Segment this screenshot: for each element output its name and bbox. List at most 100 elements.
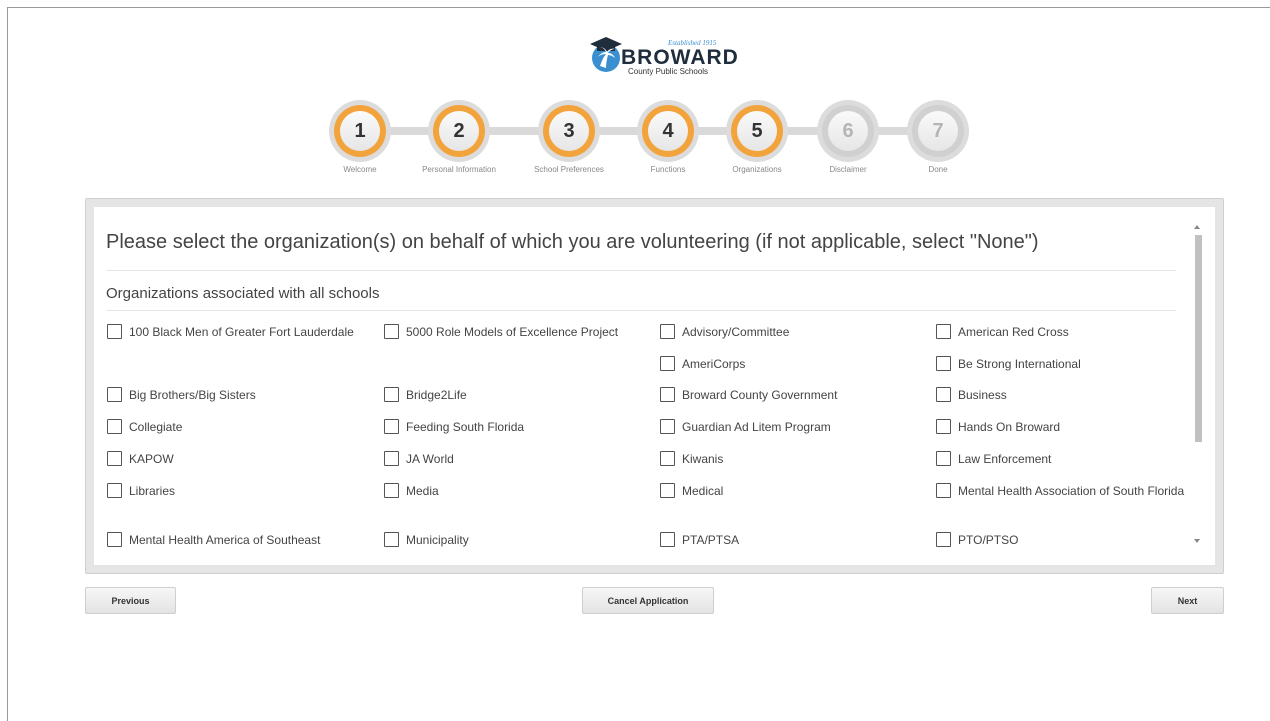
org-label: Media [406, 484, 439, 498]
checkbox[interactable] [936, 356, 951, 371]
org-label: Kiwanis [682, 452, 724, 466]
step-welcome: 1 [329, 100, 391, 162]
step-organizations: 5 [726, 100, 788, 162]
org-option[interactable]: Law Enforcement [936, 450, 1188, 468]
cancel-application-button[interactable]: Cancel Application [582, 587, 714, 614]
checkbox[interactable] [660, 451, 675, 466]
org-label: AmeriCorps [682, 357, 746, 371]
checkbox[interactable] [384, 532, 399, 547]
org-option[interactable]: Advisory/Committee [660, 323, 912, 341]
step-number: 6 [828, 111, 868, 151]
checkbox[interactable] [936, 419, 951, 434]
org-label: Collegiate [129, 420, 183, 434]
checkbox[interactable] [107, 451, 122, 466]
vertical-scrollbar[interactable] [1192, 225, 1204, 547]
divider [106, 270, 1176, 271]
step-school-preferences: 3 [538, 100, 600, 162]
checkbox[interactable] [107, 532, 122, 547]
step-number: 5 [737, 111, 777, 151]
org-label: PTO/PTSO [958, 533, 1019, 547]
org-option[interactable]: PTA/PTSA [660, 531, 912, 549]
scroll-down-arrow-icon[interactable] [1194, 539, 1200, 543]
organizations-scroll-area[interactable]: Please select the organization(s) on beh… [94, 207, 1215, 565]
checkbox[interactable] [107, 419, 122, 434]
next-button[interactable]: Next [1151, 587, 1224, 614]
progress-stepper: 1 Welcome 2 Personal Information 3 Schoo… [0, 100, 1270, 180]
checkbox[interactable] [660, 532, 675, 547]
org-label: 100 Black Men of Greater Fort Lauderdale [129, 325, 354, 339]
org-label: JA World [406, 452, 454, 466]
step-number: 7 [918, 111, 958, 151]
org-label: Hands On Broward [958, 420, 1061, 434]
org-label: Municipality [406, 533, 469, 547]
checkbox[interactable] [384, 419, 399, 434]
org-option[interactable]: Municipality [384, 531, 636, 549]
org-option[interactable]: Business [936, 386, 1188, 404]
org-option[interactable]: Media [384, 482, 636, 500]
divider [106, 310, 1176, 311]
org-option[interactable]: Medical [660, 482, 912, 500]
checkbox[interactable] [660, 419, 675, 434]
org-label: American Red Cross [958, 325, 1069, 339]
org-option[interactable]: American Red Cross [936, 323, 1188, 341]
checkbox[interactable] [660, 324, 675, 339]
org-option[interactable]: KAPOW [107, 450, 359, 468]
org-option[interactable]: Broward County Government [660, 386, 912, 404]
org-option[interactable]: JA World [384, 450, 636, 468]
org-label: 5000 Role Models of Excellence Project [406, 325, 619, 339]
checkbox[interactable] [660, 387, 675, 402]
org-label: Broward County Government [682, 388, 838, 402]
checkbox[interactable] [384, 387, 399, 402]
step-disclaimer: 6 [817, 100, 879, 162]
org-option[interactable]: Kiwanis [660, 450, 912, 468]
org-option[interactable]: PTO/PTSO [936, 531, 1188, 549]
checkbox[interactable] [936, 387, 951, 402]
checkbox[interactable] [936, 483, 951, 498]
checkbox[interactable] [107, 483, 122, 498]
previous-button[interactable]: Previous [85, 587, 176, 614]
section-title: Organizations associated with all school… [106, 285, 380, 302]
org-option[interactable]: 5000 Role Models of Excellence Project [384, 323, 636, 341]
checkbox[interactable] [660, 483, 675, 498]
step-number: 1 [340, 111, 380, 151]
org-label: Business [958, 388, 1007, 402]
organizations-panel: Please select the organization(s) on beh… [85, 198, 1224, 574]
org-option[interactable]: Mental Health Association of South Flori… [936, 482, 1188, 500]
checkbox[interactable] [384, 483, 399, 498]
scrollbar-thumb[interactable] [1195, 235, 1202, 442]
broward-logo: Established 1915 BROWARD County Public S… [588, 34, 738, 76]
org-option[interactable]: Hands On Broward [936, 418, 1188, 436]
org-option[interactable]: Feeding South Florida [384, 418, 636, 436]
checkbox[interactable] [936, 324, 951, 339]
graduation-cap-palm-icon [590, 37, 622, 72]
logo-subtitle: County Public Schools [628, 67, 709, 76]
org-option[interactable]: Guardian Ad Litem Program [660, 418, 912, 436]
checkbox[interactable] [384, 451, 399, 466]
org-option[interactable]: Libraries [107, 482, 359, 500]
checkbox[interactable] [936, 532, 951, 547]
org-label: PTA/PTSA [682, 533, 740, 547]
checkbox[interactable] [936, 451, 951, 466]
org-option[interactable]: Be Strong International [936, 355, 1188, 373]
org-label: Mental Health Association of South Flori… [958, 484, 1185, 498]
org-label: Bridge2Life [406, 388, 467, 402]
checkbox[interactable] [660, 356, 675, 371]
org-label: Advisory/Committee [682, 325, 790, 339]
org-option[interactable]: Big Brothers/Big Sisters [107, 386, 359, 404]
checkbox[interactable] [107, 387, 122, 402]
org-option[interactable]: Mental Health America of Southeast [107, 531, 359, 549]
step-personal-information: 2 [428, 100, 490, 162]
org-label: Medical [682, 484, 724, 498]
org-option[interactable]: AmeriCorps [660, 355, 912, 373]
scroll-up-arrow-icon[interactable] [1194, 225, 1200, 229]
step-number: 4 [648, 111, 688, 151]
org-label: Law Enforcement [958, 452, 1052, 466]
org-option[interactable]: Bridge2Life [384, 386, 636, 404]
checkbox[interactable] [107, 324, 122, 339]
question-title: Please select the organization(s) on beh… [106, 231, 1039, 253]
org-option[interactable]: Collegiate [107, 418, 359, 436]
step-label-done: Done [928, 165, 948, 174]
checkbox[interactable] [384, 324, 399, 339]
org-option[interactable]: 100 Black Men of Greater Fort Lauderdale [107, 323, 359, 341]
org-label: Feeding South Florida [406, 420, 525, 434]
